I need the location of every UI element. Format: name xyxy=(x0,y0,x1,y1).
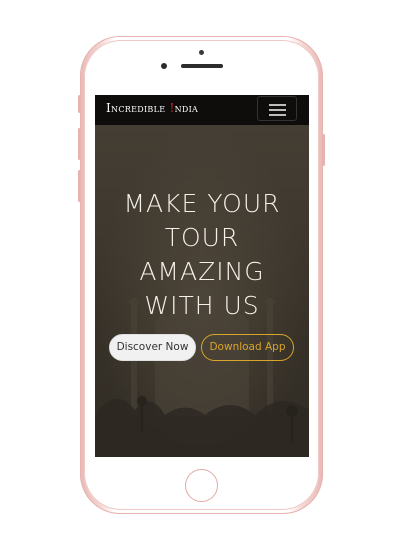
proximity-sensor xyxy=(161,63,167,69)
device-mockup-stage: Incredible !ndia MAKE YOUR TOUR AMAZING … xyxy=(0,0,405,551)
front-camera-icon xyxy=(199,50,204,55)
volume-down-button xyxy=(78,170,81,202)
brand-name-prefix: Incredible xyxy=(106,101,170,115)
power-button xyxy=(322,134,325,166)
hero-headline: MAKE YOUR TOUR AMAZING WITH US xyxy=(95,187,309,323)
home-button xyxy=(185,469,218,502)
hero-section: MAKE YOUR TOUR AMAZING WITH US Discover … xyxy=(95,125,309,457)
discover-now-button[interactable]: Discover Now xyxy=(109,334,196,361)
headline-line-1: MAKE YOUR xyxy=(123,189,281,218)
download-app-button[interactable]: Download App xyxy=(201,334,294,361)
brand-name-suffix: ndia xyxy=(174,101,199,115)
menu-toggle-button[interactable] xyxy=(257,96,297,121)
navbar: Incredible !ndia xyxy=(95,95,309,125)
earpiece-speaker xyxy=(181,64,223,68)
headline-line-2: TOUR xyxy=(164,223,240,252)
volume-up-button xyxy=(78,128,81,160)
phone-screen: Incredible !ndia MAKE YOUR TOUR AMAZING … xyxy=(95,95,309,457)
headline-line-4: WITH US xyxy=(144,291,260,320)
mute-switch xyxy=(78,95,81,113)
headline-line-3: AMAZING xyxy=(139,257,265,286)
brand-logo[interactable]: Incredible !ndia xyxy=(106,101,198,115)
